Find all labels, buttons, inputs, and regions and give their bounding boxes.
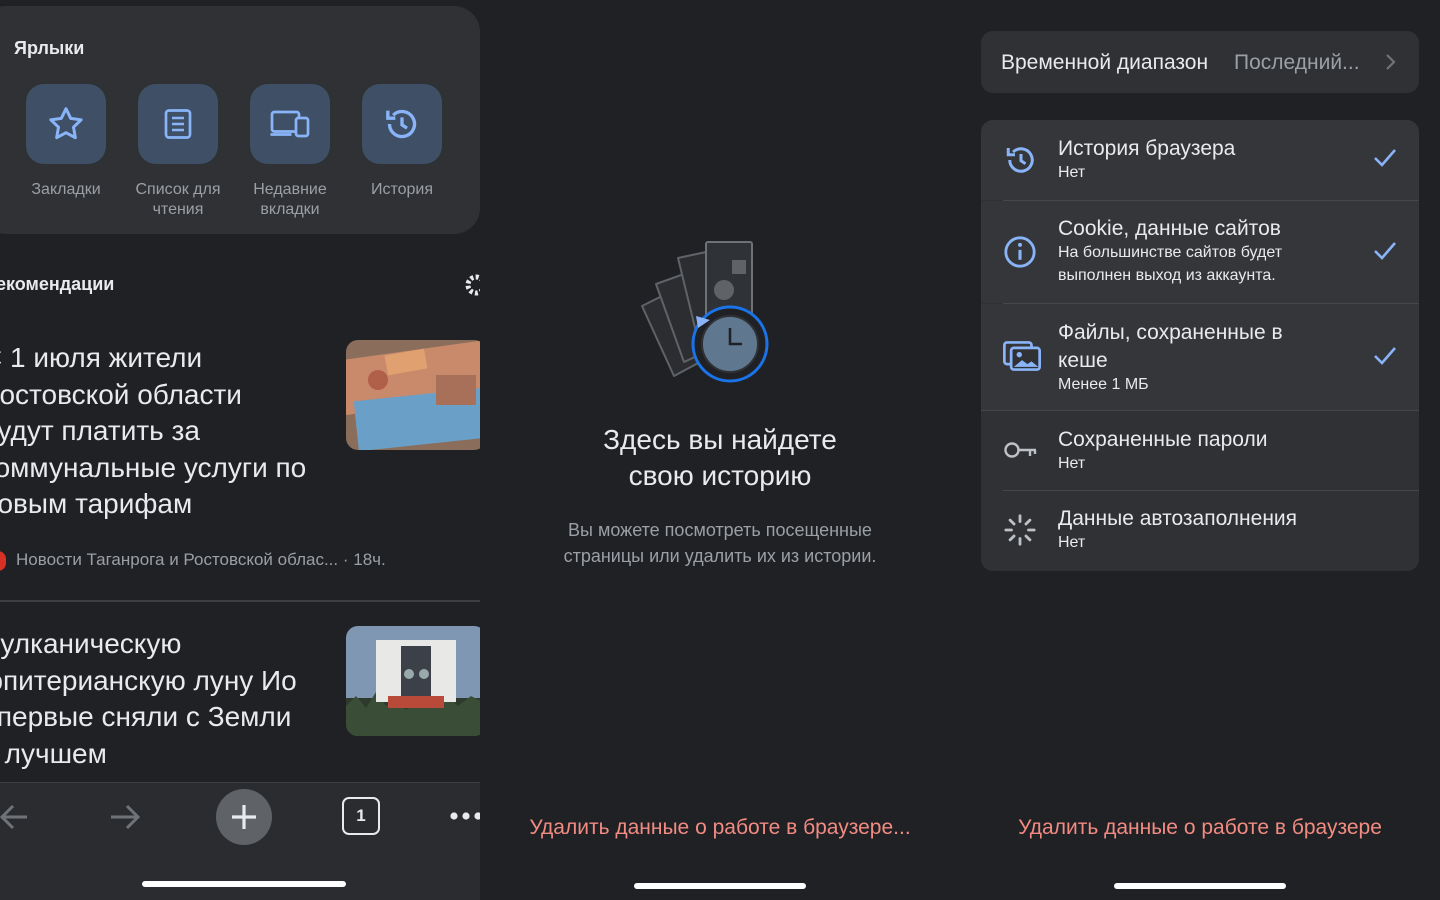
image-cache-icon: [1003, 341, 1041, 371]
info-icon: [1004, 236, 1036, 268]
autofill-icon: [1004, 514, 1036, 546]
plus-icon: [232, 805, 256, 829]
item-title: Сохраненные пароли: [1058, 428, 1268, 451]
shortcut-label: Недавние вкладки: [253, 181, 327, 218]
bottom-toolbar: 1: [0, 782, 480, 900]
time-range-value: Последний...: [1234, 51, 1360, 74]
history-icon: [1006, 147, 1034, 173]
key-icon: [1004, 442, 1037, 458]
new-tab-button[interactable]: [216, 789, 272, 845]
empty-state-title: Здесь вы найдете свою историю: [603, 424, 837, 491]
checkmark-icon: [1374, 149, 1396, 167]
item-title: Файлы, сохраненные в кеше: [1058, 321, 1283, 372]
arrow-right-icon: [111, 804, 141, 830]
devices-icon: [270, 110, 310, 138]
history-empty-panel: Здесь вы найдете свою историю Вы можете …: [480, 0, 960, 900]
article-thumbnail: [346, 340, 480, 450]
data-types-list: История браузера Нет Cookie, данные сайт…: [981, 120, 1419, 571]
chevron-right-icon: [1386, 54, 1396, 70]
home-indicator: [1114, 883, 1286, 889]
item-subtitle: Менее 1 МБ: [1058, 376, 1149, 393]
item-subtitle: Нет: [1058, 455, 1086, 472]
item-subtitle: Нет: [1058, 164, 1086, 181]
checkmark-icon: [1374, 242, 1396, 260]
shortcut-history[interactable]: История: [346, 84, 458, 200]
item-title: Данные автозаполнения: [1058, 507, 1298, 530]
list-item-browsing-history[interactable]: История браузера Нет: [981, 120, 1419, 200]
shortcut-label: Список для чтения: [135, 181, 221, 218]
article-headline: Вулканическую юпитерианскую луну Ио впер…: [0, 628, 297, 769]
article-meta: Новости Таганрога и Ростовской облас... …: [0, 550, 386, 571]
shortcut-recent-tabs[interactable]: Недавние вкладки: [234, 84, 346, 220]
item-subtitle: На большинстве сайтов будет выполнен вых…: [1058, 244, 1283, 284]
article-age: · 18ч.: [342, 550, 386, 569]
gear-icon[interactable]: [464, 272, 480, 298]
divider: [0, 600, 480, 602]
source-favicon: [0, 550, 6, 571]
checkmark-icon: [1374, 347, 1396, 365]
list-item-cached-files[interactable]: Файлы, сохраненные в кеше Менее 1 МБ: [981, 304, 1419, 410]
clear-browsing-data-button[interactable]: Удалить данные о работе в браузере: [960, 816, 1440, 840]
recommendations-title: екомендации: [0, 274, 115, 294]
reading-list-icon: [164, 109, 192, 139]
article-thumbnail: [346, 626, 480, 736]
time-range-row[interactable]: Временной диапазон Последний...: [981, 31, 1419, 93]
empty-state-subtitle: Вы можете посмотреть посещенные страницы…: [563, 520, 877, 566]
history-illustration: [641, 241, 769, 383]
time-range-label: Временной диапазон: [1001, 51, 1209, 74]
shortcuts-card: Ярлыки Закладки Список для чтения Недавн…: [0, 6, 480, 234]
back-button[interactable]: [0, 797, 34, 837]
shortcut-reading-list[interactable]: Список для чтения: [122, 84, 234, 220]
more-icon: [450, 812, 480, 820]
history-icon: [386, 109, 417, 139]
star-icon: [49, 107, 83, 140]
shortcuts-title: Ярлыки: [14, 38, 85, 58]
list-item-autofill[interactable]: Данные автозаполнения Нет: [981, 491, 1419, 571]
menu-button[interactable]: [446, 803, 480, 829]
article-headline: С 1 июля жители Ростовской области будут…: [0, 342, 307, 519]
shortcut-label: История: [370, 181, 434, 198]
home-indicator: [142, 881, 346, 887]
clear-browsing-data-link[interactable]: Удалить данные о работе в браузере...: [480, 816, 960, 840]
tab-switcher-button[interactable]: 1: [342, 797, 380, 835]
list-item-saved-passwords[interactable]: Сохраненные пароли Нет: [981, 411, 1419, 490]
tab-count: 1: [356, 806, 366, 825]
list-item-cookies[interactable]: Cookie, данные сайтов На большинстве сай…: [981, 201, 1419, 303]
arrow-left-icon: [0, 804, 27, 830]
new-tab-panel: Ярлыки Закладки Список для чтения Недавн…: [0, 0, 480, 900]
forward-button[interactable]: [104, 797, 148, 837]
shortcut-bookmarks[interactable]: Закладки: [10, 84, 122, 200]
item-title: Cookie, данные сайтов: [1058, 217, 1281, 240]
home-indicator: [634, 883, 806, 889]
article-source: Новости Таганрога и Ростовской облас...: [16, 550, 339, 569]
item-title: История браузера: [1058, 137, 1236, 160]
shortcut-label: Закладки: [31, 181, 101, 198]
item-subtitle: Нет: [1058, 534, 1086, 551]
clear-data-panel: Временной диапазон Последний... История …: [960, 0, 1440, 900]
